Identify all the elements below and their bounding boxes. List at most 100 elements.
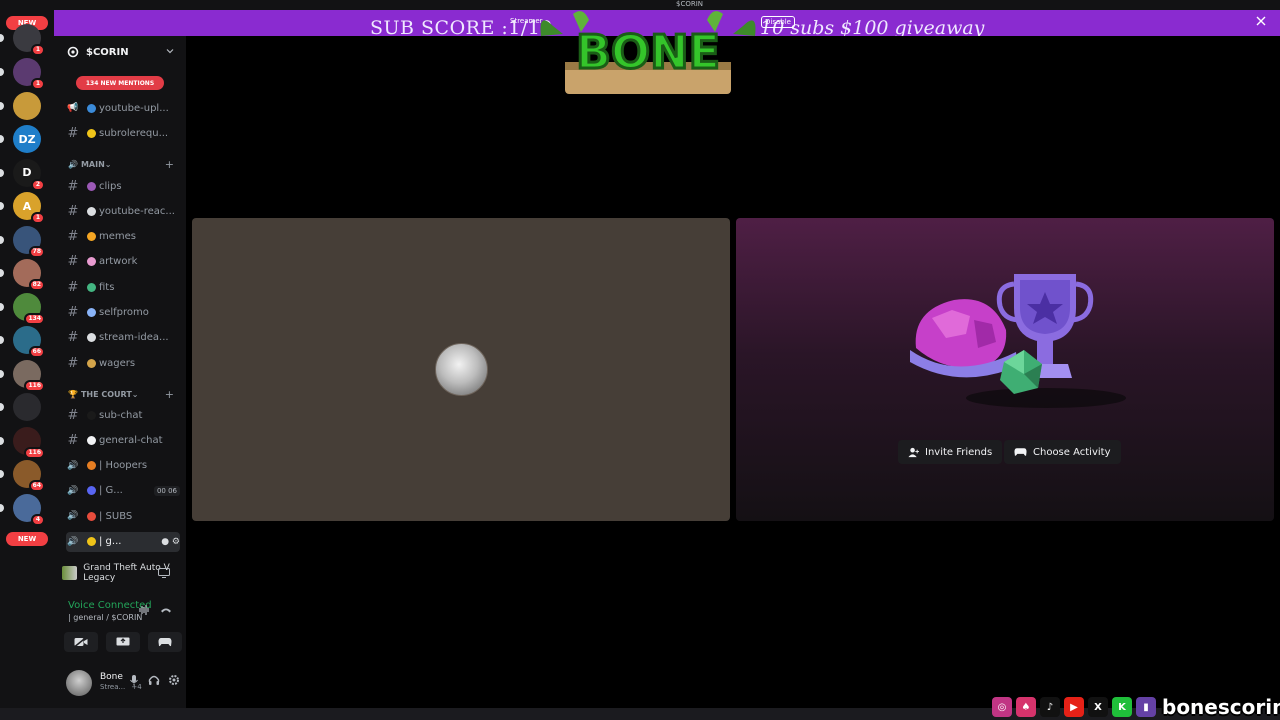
unread-indicator [0,503,4,512]
share-screen-button[interactable] [106,632,140,652]
hash-icon: # [67,355,79,371]
add-channel-icon[interactable]: + [165,388,174,401]
mention-badge: 116 [24,379,45,392]
camera-button[interactable] [64,632,98,652]
server-name: $CORIN [86,46,129,58]
channel-item[interactable]: # artwork [66,252,180,272]
new-mentions-pill[interactable]: 134 NEW MENTIONS [76,76,164,90]
server-dz[interactable]: DZ [13,125,41,153]
add-channel-icon[interactable]: + [165,158,174,171]
channel-item[interactable]: # stream-idea... [66,328,180,348]
server-15[interactable]: 4 [13,493,45,526]
server-11[interactable]: 116 [13,359,45,392]
server-14[interactable]: 64 [13,460,45,492]
unread-indicator [0,135,4,143]
voice-channel-path[interactable]: | general / $CORIN [68,613,142,622]
category-the-court[interactable]: 🏆 THE COURT ⌄ [68,390,139,399]
kick-icon: K [1112,697,1132,717]
hash-icon: # [67,330,79,346]
user-settings-gear-icon[interactable] [168,674,180,686]
server-7[interactable]: 78 [13,225,45,258]
user-name[interactable]: Bone [100,672,123,682]
channel-emoji-icon [87,103,96,113]
channel-label: | Hoopers [99,460,148,472]
disconnect-icon[interactable] [160,604,172,616]
user-avatar[interactable] [66,670,92,696]
new-unreads-pill-bottom[interactable]: NEW [6,532,48,546]
choose-activity-label: Choose Activity [1033,446,1111,458]
channel-item[interactable]: # general-chat [66,430,180,450]
unread-indicator [0,369,4,378]
channel-emoji-icon [87,257,96,267]
channel-label: subrolerequ... [99,128,169,139]
announcement-icon: 📢 [67,103,79,113]
microphone-icon[interactable] [128,674,140,686]
user-panel: Bone Strea... +4 [54,664,186,708]
channel-item[interactable]: # clips [66,176,180,196]
server-6[interactable]: A1 [13,192,45,224]
server-13[interactable]: 116 [13,426,45,459]
channel-item[interactable]: # selfpromo [66,303,180,323]
unread-indicator [0,68,4,76]
mention-badge: 1 [31,212,45,224]
channel-emoji-icon [87,232,96,242]
server-2[interactable]: 1 [13,58,45,90]
headphones-icon[interactable] [148,674,160,686]
channel-item[interactable]: 🔊 | SUBS [66,506,180,526]
server-9[interactable]: 134 [13,292,45,325]
channel-item[interactable]: # subrolerequ... [66,124,180,144]
hash-icon: # [67,229,79,245]
disable-button[interactable]: Disable [761,16,795,28]
server-8[interactable]: 82 [13,259,45,291]
screen-share-icon[interactable] [158,568,170,578]
bone-logo: BONE [540,11,756,94]
channel-item[interactable]: 🔊 | Hoopers [66,456,180,476]
server-initials: D [22,166,32,179]
close-icon[interactable] [1256,16,1266,26]
hash-icon: # [67,254,79,270]
unread-indicator [0,202,4,210]
voice-user-count: 00 06 [153,485,180,496]
twitch-icon: ▮ [1136,697,1156,717]
activity-button[interactable] [148,632,182,652]
channel-emoji-icon [87,282,96,292]
channel-item[interactable]: # memes [66,227,180,247]
choose-activity-button[interactable]: Choose Activity [1004,440,1121,464]
category-main[interactable]: 🔊 MAIN ⌄ [68,160,112,169]
channel-item[interactable]: 📢 youtube-upl... [66,98,180,118]
channel-item[interactable]: 🔊 | G... 00 06 [66,481,180,501]
channel-item[interactable]: # fits [66,277,180,297]
unread-indicator [0,403,4,411]
mention-badge: 82 [28,279,45,291]
invite-friends-button[interactable]: Invite Friends [898,440,1003,464]
server-header[interactable]: $CORIN [54,40,186,64]
channel-item[interactable]: 🔊 | g... ● ⚙ [66,531,180,552]
server-12[interactable] [13,393,41,421]
server-5[interactable]: D2 [13,158,45,191]
mention-badge: 78 [28,245,45,258]
invite-person-icon [908,447,919,457]
channel-emoji-icon [87,206,96,216]
channel-label: stream-idea... [99,332,169,344]
channel-label: sub-chat [99,409,143,421]
channel-emoji-icon [87,308,96,317]
channel-label: artwork [99,256,138,268]
channel-item[interactable]: # sub-chat [66,405,180,425]
channel-item[interactable]: # wagers [66,353,180,373]
game-activity[interactable]: Grand Theft Auto V Legacy [54,560,186,586]
channel-item[interactable]: # youtube-reac... [66,201,180,221]
game-name: Grand Theft Auto V Legacy [83,563,170,583]
category-the-court-icon: 🏆 [68,390,78,399]
server-10[interactable]: 66 [13,326,45,358]
channel-label: clips [99,180,122,192]
server-initials: DZ [18,132,36,146]
channel-actions-icon[interactable]: ● ⚙ [161,537,180,547]
server-3[interactable] [13,91,41,120]
category-label: MAIN [80,160,105,169]
hash-icon: # [67,432,79,448]
x-icon: X [1088,697,1108,717]
mention-badge: 4 [31,513,45,526]
participant-tile[interactable] [192,218,730,521]
noise-suppression-icon[interactable] [138,604,150,616]
server-1[interactable]: 1 [13,24,45,56]
